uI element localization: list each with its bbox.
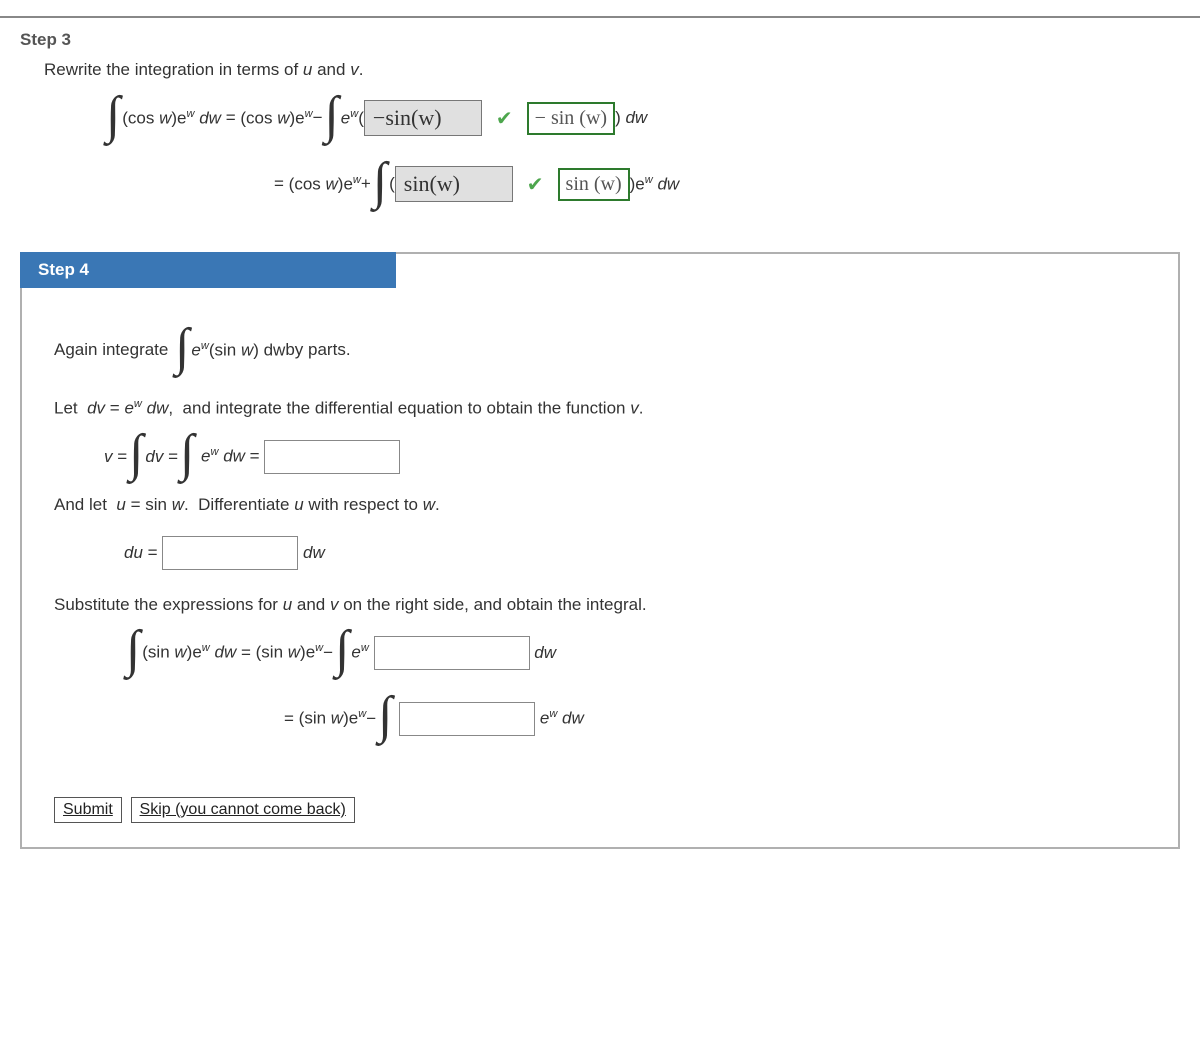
step4-substitute: Substitute the expressions for u and v o… — [54, 595, 1146, 615]
step4-container: Step 4 Again integrate ∫ ew(sin w) dw by… — [20, 252, 1180, 849]
check-icon: ✔ — [496, 106, 513, 131]
step4-heading: Step 4 — [20, 252, 396, 288]
integral-icon: ∫ — [376, 698, 394, 734]
step4-and-let: And let u = sin w. Differentiate u with … — [54, 495, 1146, 515]
step4-srow2: = (sin w)ew − ∫ ew dw — [124, 691, 1146, 747]
integrand-input-1[interactable] — [374, 636, 530, 670]
answer-box-2[interactable]: sin(w) — [395, 166, 513, 202]
integral-icon: ∫ — [104, 98, 122, 134]
submit-button[interactable]: Submit — [54, 797, 122, 823]
integrand-input-2[interactable] — [399, 702, 535, 736]
step4-v-eq: v = ∫ dv = ∫ ew dw = — [104, 429, 1146, 485]
skip-link[interactable]: Skip (you cannot come back) — [131, 797, 355, 823]
integral-icon: ∫ — [127, 436, 145, 472]
correct-answer-1: − sin (w) — [527, 102, 615, 135]
step4-srow1: ∫ (sin w)ew dw = (sin w)ew − ∫ ew dw — [124, 625, 1146, 681]
step3-heading: Step 3 — [20, 30, 1180, 50]
step4-let-dv: Let dv = ew dw, and integrate the differ… — [54, 398, 1146, 419]
step4-du-eq: du = dw — [124, 525, 1146, 581]
integral-icon: ∫ — [124, 632, 142, 668]
integral-icon: ∫ — [173, 330, 191, 366]
step3-intro: Rewrite the integration in terms of u an… — [44, 60, 1180, 80]
integral-icon: ∫ — [333, 632, 351, 668]
v-input[interactable] — [264, 440, 400, 474]
du-input[interactable] — [162, 536, 298, 570]
answer-box-1[interactable]: −sin(w) — [364, 100, 482, 136]
check-icon: ✔ — [527, 172, 544, 197]
step4-intro: Again integrate ∫ ew(sin w) dw by parts. — [54, 322, 1146, 378]
integral-icon: ∫ — [371, 164, 389, 200]
step3-equation-2: = (cos w)ew + ∫ ( sin(w) ✔ sin (w) )ew d… — [104, 156, 1180, 212]
step3-equation-1: ∫ (cos w)ew dw = (cos w)ew − ∫ ew( −sin(… — [104, 90, 1180, 146]
integral-icon: ∫ — [178, 436, 196, 472]
correct-answer-2: sin (w) — [558, 168, 630, 201]
integral-icon: ∫ — [323, 98, 341, 134]
